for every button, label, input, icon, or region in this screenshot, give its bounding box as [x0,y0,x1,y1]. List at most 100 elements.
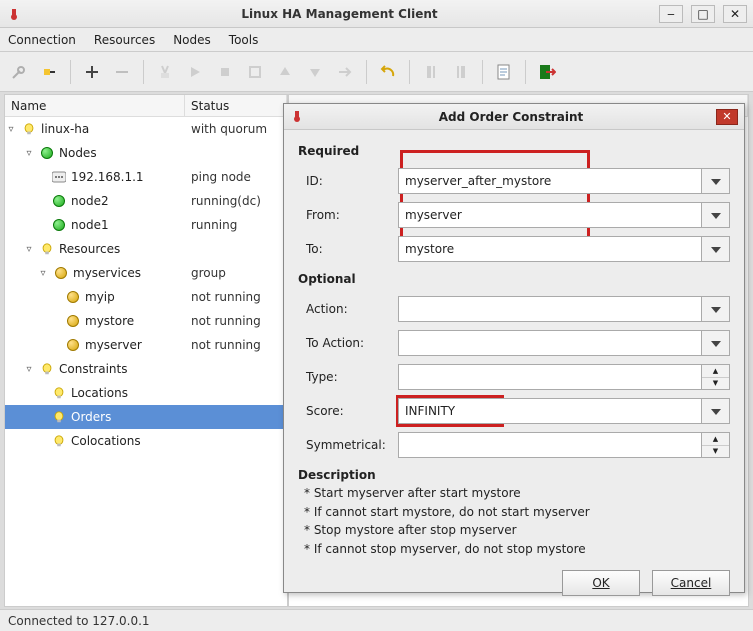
toolbar-down-icon[interactable] [302,59,328,85]
add-order-constraint-dialog: Add Order Constraint ✕ Required ID: myse… [283,103,745,593]
tree-status: group [185,266,226,280]
spinner-type[interactable]: ▲▼ [702,364,730,390]
input-to[interactable]: mystore [398,236,702,262]
toolbar-remove-icon[interactable] [109,59,135,85]
tree-row-node2[interactable]: node2 running(dc) [5,189,287,213]
menu-tools[interactable]: Tools [229,33,259,47]
tree-label: Nodes [59,146,97,160]
section-required: Required [298,144,730,158]
menu-resources[interactable]: Resources [94,33,155,47]
toolbar [0,52,753,92]
toolbar-standby-icon[interactable] [418,59,444,85]
maximize-button[interactable]: □ [691,5,715,23]
tree-status: not running [185,290,261,304]
main-titlebar: Linux HA Management Client ‒ □ ✕ [0,0,753,28]
tree-label: myservices [73,266,141,280]
toolbar-connect-icon[interactable] [6,59,32,85]
tree-label: node2 [71,194,109,208]
bulb-icon [51,433,67,449]
toolbar-exit-icon[interactable] [534,59,560,85]
input-to-action[interactable] [398,330,702,356]
label-to: To: [298,242,398,256]
tree-label: Locations [71,386,128,400]
expand-icon[interactable]: ▿ [23,244,35,255]
resource-gold-icon [65,313,81,329]
tree-row-mystore[interactable]: mystore not running [5,309,287,333]
toolbar-stop-icon[interactable] [212,59,238,85]
toolbar-undo-icon[interactable] [375,59,401,85]
tree-row-constraints[interactable]: ▿ Constraints [5,357,287,381]
ok-button[interactable]: OK [562,570,640,596]
toolbar-add-icon[interactable] [79,59,105,85]
minimize-button[interactable]: ‒ [659,5,683,23]
input-type[interactable] [398,364,702,390]
spinner-symmetrical[interactable]: ▲▼ [702,432,730,458]
dropdown-id[interactable] [702,168,730,194]
tree-row-node-ip[interactable]: 192.168.1.1 ping node [5,165,287,189]
input-from[interactable]: myserver [398,202,702,228]
tree-label: node1 [71,218,109,232]
dialog-app-icon [290,109,306,125]
resource-gold-icon [53,265,69,281]
tree-row-linuxha[interactable]: ▿ linux-ha with quorum [5,117,287,141]
tree-label: mystore [85,314,134,328]
tree-row-resources[interactable]: ▿ Resources [5,237,287,261]
menu-nodes[interactable]: Nodes [173,33,211,47]
tree-status: not running [185,314,261,328]
tree-row-myip[interactable]: myip not running [5,285,287,309]
menu-connection[interactable]: Connection [8,33,76,47]
dialog-close-button[interactable]: ✕ [716,109,738,125]
description-line: * If cannot start mystore, do not start … [304,503,730,522]
tree-row-locations[interactable]: Locations [5,381,287,405]
expand-icon[interactable]: ▿ [23,364,35,375]
toolbar-separator [366,60,367,84]
tree-label: myserver [85,338,142,352]
tree-row-node1[interactable]: node1 running [5,213,287,237]
input-score[interactable]: INFINITY [398,398,702,424]
toolbar-up-icon[interactable] [272,59,298,85]
dropdown-from[interactable] [702,202,730,228]
tree-label: Colocations [71,434,141,448]
toolbar-start-icon[interactable] [182,59,208,85]
label-from: From: [298,208,398,222]
col-name[interactable]: Name [5,95,185,116]
dropdown-to-action[interactable] [702,330,730,356]
label-action: Action: [298,302,398,316]
tree-panel: Name Status ▿ linux-ha with quorum ▿ Nod… [4,94,288,607]
dropdown-to[interactable] [702,236,730,262]
node-green-icon [51,217,67,233]
expand-icon[interactable]: ▿ [5,124,17,135]
close-button[interactable]: ✕ [723,5,747,23]
toolbar-migrate-icon[interactable] [332,59,358,85]
tree-row-myserver[interactable]: myserver not running [5,333,287,357]
input-action[interactable] [398,296,702,322]
toolbar-disconnect-icon[interactable] [36,59,62,85]
toolbar-default-icon[interactable] [242,59,268,85]
tree-row-colocations[interactable]: Colocations [5,429,287,453]
tree-row-orders[interactable]: Orders [5,405,287,429]
tree-label: Constraints [59,362,127,376]
toolbar-cleanup-icon[interactable] [152,59,178,85]
resource-gold-icon [65,337,81,353]
tree-row-nodes[interactable]: ▿ Nodes [5,141,287,165]
tree-status: not running [185,338,261,352]
dropdown-score[interactable] [702,398,730,424]
toolbar-active-icon[interactable] [448,59,474,85]
input-id[interactable]: myserver_after_mystore [398,168,702,194]
expand-icon[interactable]: ▿ [37,268,49,279]
cancel-button[interactable]: Cancel [652,570,730,596]
dialog-titlebar: Add Order Constraint ✕ [284,104,744,130]
description-line: * Stop mystore after stop myserver [304,521,730,540]
toolbar-document-icon[interactable] [491,59,517,85]
tree-status: running [185,218,237,232]
input-symmetrical[interactable] [398,432,702,458]
bulb-icon [39,241,55,257]
expand-icon[interactable]: ▿ [23,148,35,159]
tree-row-myservices[interactable]: ▿ myservices group [5,261,287,285]
dropdown-action[interactable] [702,296,730,322]
dialog-title: Add Order Constraint [306,110,716,124]
toolbar-separator [70,60,71,84]
tree-label: myip [85,290,115,304]
description-heading: Description [298,468,730,482]
col-status[interactable]: Status [185,95,287,116]
